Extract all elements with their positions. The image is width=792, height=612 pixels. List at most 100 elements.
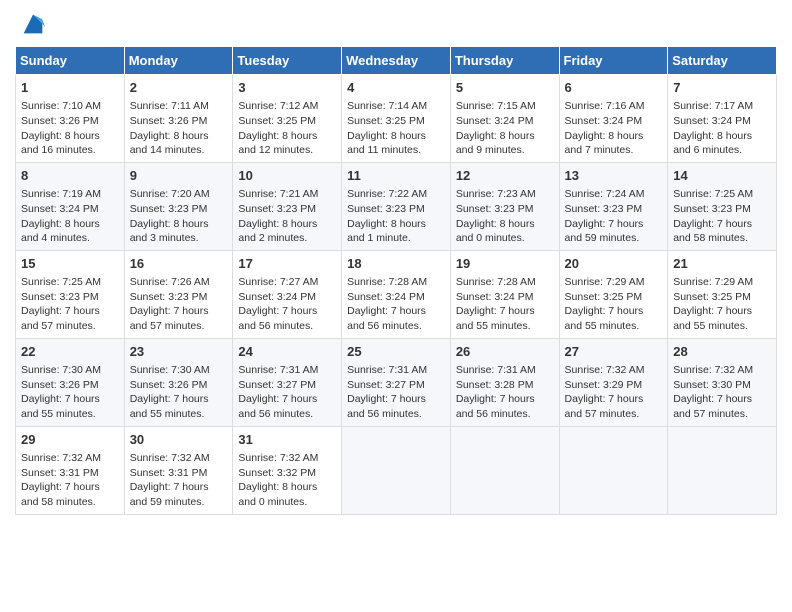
sunrise-text: Sunrise: 7:32 AM <box>21 452 101 464</box>
calendar-table: SundayMondayTuesdayWednesdayThursdayFrid… <box>15 46 777 515</box>
calendar-cell: 20 Sunrise: 7:29 AM Sunset: 3:25 PM Dayligh… <box>559 250 668 338</box>
calendar-cell: 13Sunrise: 7:24 AMSunset: 3:23 PMDayligh… <box>559 162 668 250</box>
calendar-cell: 31Sunrise: 7:32 AMSunset: 3:32 PMDayligh… <box>233 426 342 514</box>
calendar-cell: 4Sunrise: 7:14 AMSunset: 3:25 PMDaylight… <box>342 75 451 163</box>
day-number: 30 <box>130 431 228 449</box>
day-header-saturday: Saturday <box>668 47 777 75</box>
daylight-text: Daylight: 7 hours and 55 minutes. <box>130 393 209 420</box>
sunrise-text: Sunrise: 7:16 AM <box>565 100 645 112</box>
sunrise-text: Sunrise: 7:11 AM <box>130 100 209 112</box>
sunset-text: Sunset: 3:26 PM <box>130 115 208 127</box>
sunrise-text: Sunrise: 7:28 AM <box>347 276 427 288</box>
calendar-cell: 22 Sunrise: 7:30 AM Sunset: 3:26 PM Dayligh… <box>16 338 125 426</box>
day-number: 24 <box>238 343 336 361</box>
day-header-sunday: Sunday <box>16 47 125 75</box>
calendar-cell: 24Sunrise: 7:31 AMSunset: 3:27 PMDayligh… <box>233 338 342 426</box>
calendar-cell: 21Sunrise: 7:29 AMSunset: 3:25 PMDayligh… <box>668 250 777 338</box>
sunset-text: Sunset: 3:23 PM <box>130 291 208 303</box>
sunset-text: Sunset: 3:23 PM <box>456 203 534 215</box>
day-number: 9 <box>130 167 228 185</box>
calendar-cell: 28Sunrise: 7:32 AMSunset: 3:30 PMDayligh… <box>668 338 777 426</box>
sunrise-text: Sunrise: 7:32 AM <box>565 364 645 376</box>
daylight-text: Daylight: 7 hours and 58 minutes. <box>673 218 752 245</box>
day-number: 3 <box>238 79 336 97</box>
day-number: 25 <box>347 343 445 361</box>
day-number: 1 <box>21 79 119 97</box>
daylight-text: Daylight: 7 hours and 55 minutes. <box>673 305 752 332</box>
sunrise-text: Sunrise: 7:32 AM <box>130 452 210 464</box>
day-number: 22 <box>21 343 119 361</box>
calendar-cell: 26Sunrise: 7:31 AMSunset: 3:28 PMDayligh… <box>450 338 559 426</box>
sunrise-text: Sunrise: 7:20 AM <box>130 188 210 200</box>
sunset-text: Sunset: 3:24 PM <box>456 115 534 127</box>
calendar-week-row: 22 Sunrise: 7:30 AM Sunset: 3:26 PM Dayligh… <box>16 338 777 426</box>
sunset-text: Sunset: 3:24 PM <box>238 291 316 303</box>
sunrise-text: Sunrise: 7:31 AM <box>347 364 427 376</box>
sunset-text: Sunset: 3:25 PM <box>238 115 316 127</box>
sunset-text: Sunset: 3:29 PM <box>565 379 643 391</box>
sunset-text: Sunset: 3:23 PM <box>21 291 99 303</box>
sunrise-text: Sunrise: 7:30 AM <box>130 364 210 376</box>
sunrise-text: Sunrise: 7:19 AM <box>21 188 101 200</box>
sunset-text: Sunset: 3:24 PM <box>347 291 425 303</box>
sunrise-text: Sunrise: 7:23 AM <box>456 188 536 200</box>
sunrise-text: Sunrise: 7:30 AM <box>21 364 101 376</box>
day-number: 7 <box>673 79 771 97</box>
calendar-week-row: 29 Sunrise: 7:32 AM Sunset: 3:31 PM Dayligh… <box>16 426 777 514</box>
sunset-text: Sunset: 3:28 PM <box>456 379 534 391</box>
day-number: 20 <box>565 255 663 273</box>
day-number: 14 <box>673 167 771 185</box>
calendar-week-row: 1 Sunrise: 7:10 AM Sunset: 3:26 PM Daylight… <box>16 75 777 163</box>
day-number: 18 <box>347 255 445 273</box>
day-number: 4 <box>347 79 445 97</box>
sunrise-text: Sunrise: 7:29 AM <box>565 276 645 288</box>
sunset-text: Sunset: 3:27 PM <box>347 379 425 391</box>
sunrise-text: Sunrise: 7:32 AM <box>673 364 753 376</box>
sunrise-text: Sunrise: 7:25 AM <box>673 188 753 200</box>
calendar-cell: 14Sunrise: 7:25 AMSunset: 3:23 PMDayligh… <box>668 162 777 250</box>
daylight-text: Daylight: 8 hours and 0 minutes. <box>238 481 317 508</box>
sunset-text: Sunset: 3:24 PM <box>673 115 751 127</box>
daylight-text: Daylight: 7 hours and 56 minutes. <box>347 393 426 420</box>
day-header-thursday: Thursday <box>450 47 559 75</box>
daylight-text: Daylight: 7 hours and 55 minutes. <box>21 393 100 420</box>
calendar-cell: 19Sunrise: 7:28 AMSunset: 3:24 PMDayligh… <box>450 250 559 338</box>
calendar-cell <box>668 426 777 514</box>
day-number: 19 <box>456 255 554 273</box>
day-number: 31 <box>238 431 336 449</box>
calendar-cell: 18Sunrise: 7:28 AMSunset: 3:24 PMDayligh… <box>342 250 451 338</box>
sunset-text: Sunset: 3:26 PM <box>21 379 99 391</box>
daylight-text: Daylight: 8 hours and 7 minutes. <box>565 130 644 157</box>
calendar-cell: 27Sunrise: 7:32 AMSunset: 3:29 PMDayligh… <box>559 338 668 426</box>
sunrise-text: Sunrise: 7:17 AM <box>673 100 753 112</box>
sunrise-text: Sunrise: 7:22 AM <box>347 188 427 200</box>
sunset-text: Sunset: 3:25 PM <box>565 291 643 303</box>
sunrise-text: Sunrise: 7:10 AM <box>21 100 101 112</box>
sunrise-text: Sunrise: 7:14 AM <box>347 100 427 112</box>
daylight-text: Daylight: 8 hours and 14 minutes. <box>130 130 209 157</box>
daylight-text: Daylight: 8 hours and 16 minutes. <box>21 130 100 157</box>
sunset-text: Sunset: 3:31 PM <box>130 467 208 479</box>
sunset-text: Sunset: 3:24 PM <box>21 203 99 215</box>
calendar-cell: 23Sunrise: 7:30 AMSunset: 3:26 PMDayligh… <box>124 338 233 426</box>
sunset-text: Sunset: 3:32 PM <box>238 467 316 479</box>
sunrise-text: Sunrise: 7:25 AM <box>21 276 101 288</box>
sunset-text: Sunset: 3:23 PM <box>238 203 316 215</box>
calendar-header-row: SundayMondayTuesdayWednesdayThursdayFrid… <box>16 47 777 75</box>
calendar-cell: 1Sunrise: 7:10 AMSunset: 3:26 PMDaylight… <box>16 75 125 163</box>
calendar-week-row: 8Sunrise: 7:19 AMSunset: 3:24 PMDaylight… <box>16 162 777 250</box>
day-number: 16 <box>130 255 228 273</box>
day-number: 29 <box>21 431 119 449</box>
calendar-cell: 6Sunrise: 7:16 AMSunset: 3:24 PMDaylight… <box>559 75 668 163</box>
day-number: 27 <box>565 343 663 361</box>
daylight-text: Daylight: 7 hours and 55 minutes. <box>565 305 644 332</box>
calendar-cell <box>342 426 451 514</box>
sunset-text: Sunset: 3:24 PM <box>456 291 534 303</box>
daylight-text: Daylight: 8 hours and 11 minutes. <box>347 130 426 157</box>
day-number: 28 <box>673 343 771 361</box>
calendar-cell: 12Sunrise: 7:23 AMSunset: 3:23 PMDayligh… <box>450 162 559 250</box>
sunset-text: Sunset: 3:27 PM <box>238 379 316 391</box>
calendar-cell: 30Sunrise: 7:32 AMSunset: 3:31 PMDayligh… <box>124 426 233 514</box>
daylight-text: Daylight: 8 hours and 2 minutes. <box>238 218 317 245</box>
daylight-text: Daylight: 8 hours and 3 minutes. <box>130 218 209 245</box>
